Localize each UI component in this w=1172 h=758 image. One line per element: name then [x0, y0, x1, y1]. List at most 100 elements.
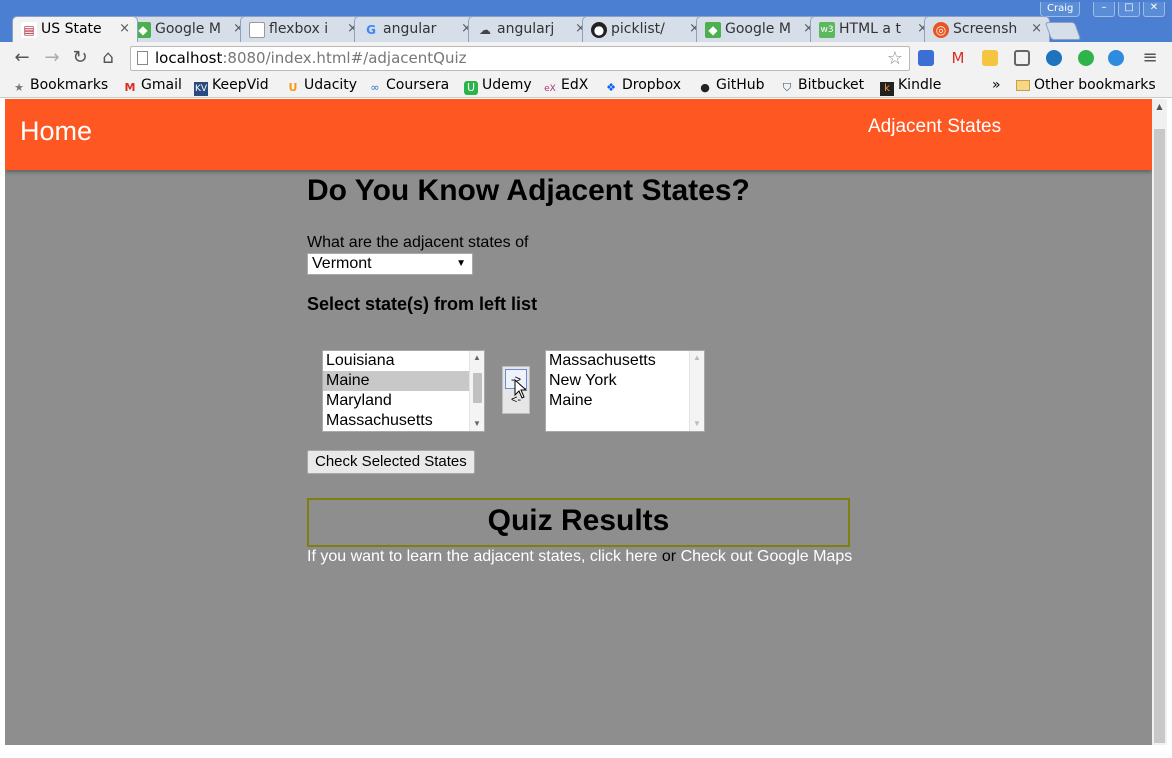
scroll-down-icon[interactable]: ▼	[690, 418, 704, 430]
tab-angularjs[interactable]: ☁ angularj ×	[468, 16, 594, 42]
bookmark-gmail[interactable]: M Gmail	[123, 77, 182, 95]
bookmark-dropbox[interactable]: ❖ Dropbox	[604, 77, 681, 95]
close-window-icon[interactable]: ✕	[1143, 2, 1165, 17]
folder-icon	[1016, 80, 1030, 91]
google-maps-link[interactable]: Check out Google Maps	[681, 548, 853, 565]
menu-icon[interactable]: ≡	[1140, 48, 1160, 68]
selected-states-list[interactable]: Massachusetts New York Maine ▲ ▼	[545, 350, 705, 432]
page-title: Do You Know Adjacent States?	[307, 174, 750, 207]
bookmark-other[interactable]: Other bookmarks	[1016, 77, 1156, 93]
star-icon: ★	[14, 81, 24, 94]
nav-adjacent-states[interactable]: Adjacent States	[868, 116, 1001, 138]
bookmark-bitbucket[interactable]: ⛉ Bitbucket	[780, 77, 864, 95]
home-link[interactable]: Home	[20, 116, 92, 147]
tab-picklist[interactable]: ● picklist/ ×	[582, 16, 708, 42]
github-icon: ●	[591, 22, 607, 38]
list-item[interactable]: Maine	[546, 391, 704, 411]
new-tab-button[interactable]	[1044, 22, 1082, 40]
keep-icon[interactable]	[982, 50, 998, 66]
list-item[interactable]: Massachusetts	[546, 351, 704, 371]
bitbucket-icon: ⛉	[782, 81, 792, 94]
state-dropdown-value: Vermont	[312, 255, 372, 272]
extension-icon[interactable]	[918, 50, 934, 66]
scroll-up-icon[interactable]: ▲	[470, 352, 484, 364]
globe-icon[interactable]	[1108, 50, 1124, 66]
left-list-scrollbar[interactable]: ▲ ▼	[469, 351, 484, 431]
page-icon	[249, 22, 265, 38]
tab-google-maps-1[interactable]: ◆ Google M ×	[126, 16, 252, 42]
user-profile-badge[interactable]: Craig	[1040, 2, 1081, 17]
tab-us-states[interactable]: ▤ US State ×	[12, 16, 138, 42]
list-item[interactable]: Maryland	[323, 391, 470, 411]
dropbox-icon: ❖	[606, 81, 616, 94]
udemy-icon: U	[464, 81, 478, 95]
back-icon[interactable]: ←	[12, 48, 32, 68]
or-separator: or	[661, 548, 677, 565]
close-tab-icon[interactable]: ×	[119, 21, 130, 36]
browser-toolbar: ← → ↻ ⌂ localhost:8080/index.html#/adjac…	[0, 42, 1172, 74]
google-g-icon: G	[366, 23, 376, 37]
maximize-icon[interactable]: □	[1118, 2, 1140, 17]
cloud-icon: ☁	[479, 23, 491, 37]
page-viewport: Home Adjacent States Do You Know Adjacen…	[5, 99, 1152, 745]
minimize-icon[interactable]: –	[1093, 2, 1115, 17]
results-title: Quiz Results	[487, 504, 670, 537]
page-icon	[137, 51, 148, 65]
dropdown-arrow-icon: ▼	[456, 258, 466, 269]
bookmark-star-icon[interactable]: ☆	[887, 47, 903, 70]
bookmark-udacity[interactable]: U Udacity	[286, 77, 358, 95]
list-item[interactable]: Louisiana	[323, 351, 470, 371]
close-tab-icon[interactable]: ×	[1031, 21, 1042, 36]
tab-screenshot[interactable]: ◎ Screensh ×	[924, 16, 1050, 42]
gmail-icon: M	[124, 81, 136, 94]
list-item-selected[interactable]: Maine	[323, 371, 470, 391]
bookmark-apps[interactable]: ★ Bookmarks	[12, 77, 108, 95]
bookmark-edx[interactable]: eX EdX	[543, 77, 588, 96]
browser-titlebar: Craig – □ ✕ ▤ US State × ◆ Google M × fl…	[0, 0, 1172, 42]
tab-flexbox[interactable]: flexbox i ×	[240, 16, 366, 42]
check-selected-states-button[interactable]: Check Selected States	[307, 450, 475, 474]
cast-icon[interactable]	[1014, 50, 1030, 66]
list-item[interactable]: New York	[546, 371, 704, 391]
learn-adjacent-link[interactable]: If you want to learn the adjacent states…	[307, 548, 657, 565]
state-dropdown[interactable]: Vermont ▼	[307, 253, 473, 275]
page-scrollbar[interactable]: ▲	[1152, 99, 1167, 745]
reload-icon[interactable]: ↻	[70, 48, 90, 68]
bookmark-keepvid[interactable]: KV KeepVid	[194, 77, 269, 96]
app-header: Home Adjacent States	[5, 99, 1152, 170]
list-item[interactable]: Massachusetts	[323, 411, 470, 431]
bookmark-udemy[interactable]: U Udemy	[464, 77, 532, 95]
right-list-scrollbar[interactable]: ▲ ▼	[689, 351, 704, 431]
select-instruction: Select state(s) from left list	[307, 294, 538, 314]
tab-angular[interactable]: G angular ×	[354, 16, 480, 42]
bookmarks-overflow-chevron[interactable]: »	[992, 77, 1001, 93]
gmail-icon[interactable]: M	[950, 50, 966, 66]
kindle-icon: k	[880, 82, 894, 96]
ubuntu-icon: ◎	[933, 22, 949, 38]
scroll-thumb[interactable]	[473, 373, 482, 403]
bookmarks-bar: ★ Bookmarks M Gmail KV KeepVid U Udacity ∞ Co…	[0, 74, 1172, 98]
available-states-list[interactable]: Louisiana Maine Maryland Massachusetts ▲…	[322, 350, 485, 432]
help-line: If you want to learn the adjacent states…	[307, 548, 852, 566]
github-icon: ●	[700, 81, 710, 94]
us-flag-icon: ▤	[21, 22, 37, 38]
evernote-icon[interactable]	[1078, 50, 1094, 66]
bookmark-kindle[interactable]: k Kindle	[880, 77, 941, 96]
tab-html[interactable]: w3 HTML a t ×	[810, 16, 936, 42]
scroll-up-icon[interactable]: ▲	[690, 352, 704, 364]
keepvid-icon: KV	[194, 82, 208, 96]
scroll-down-icon[interactable]: ▼	[470, 418, 484, 430]
tab-google-maps-2[interactable]: ◆ Google M ×	[696, 16, 822, 42]
bookmark-coursera[interactable]: ∞ Coursera	[368, 77, 449, 95]
home-icon[interactable]: ⌂	[98, 48, 118, 68]
scroll-thumb[interactable]	[1154, 129, 1165, 743]
rss-icon[interactable]	[1046, 50, 1062, 66]
window-bottom-edge	[0, 745, 1172, 758]
w3schools-icon: w3	[819, 22, 835, 38]
mouse-cursor-icon	[514, 379, 528, 399]
bookmark-github[interactable]: ● GitHub	[698, 77, 764, 95]
scroll-up-icon[interactable]: ▲	[1152, 102, 1167, 111]
address-bar[interactable]: localhost:8080/index.html#/adjacentQuiz …	[130, 46, 910, 71]
tab-strip: ▤ US State × ◆ Google M × flexbox i × G …	[8, 16, 1172, 42]
forward-icon[interactable]: →	[42, 48, 62, 68]
